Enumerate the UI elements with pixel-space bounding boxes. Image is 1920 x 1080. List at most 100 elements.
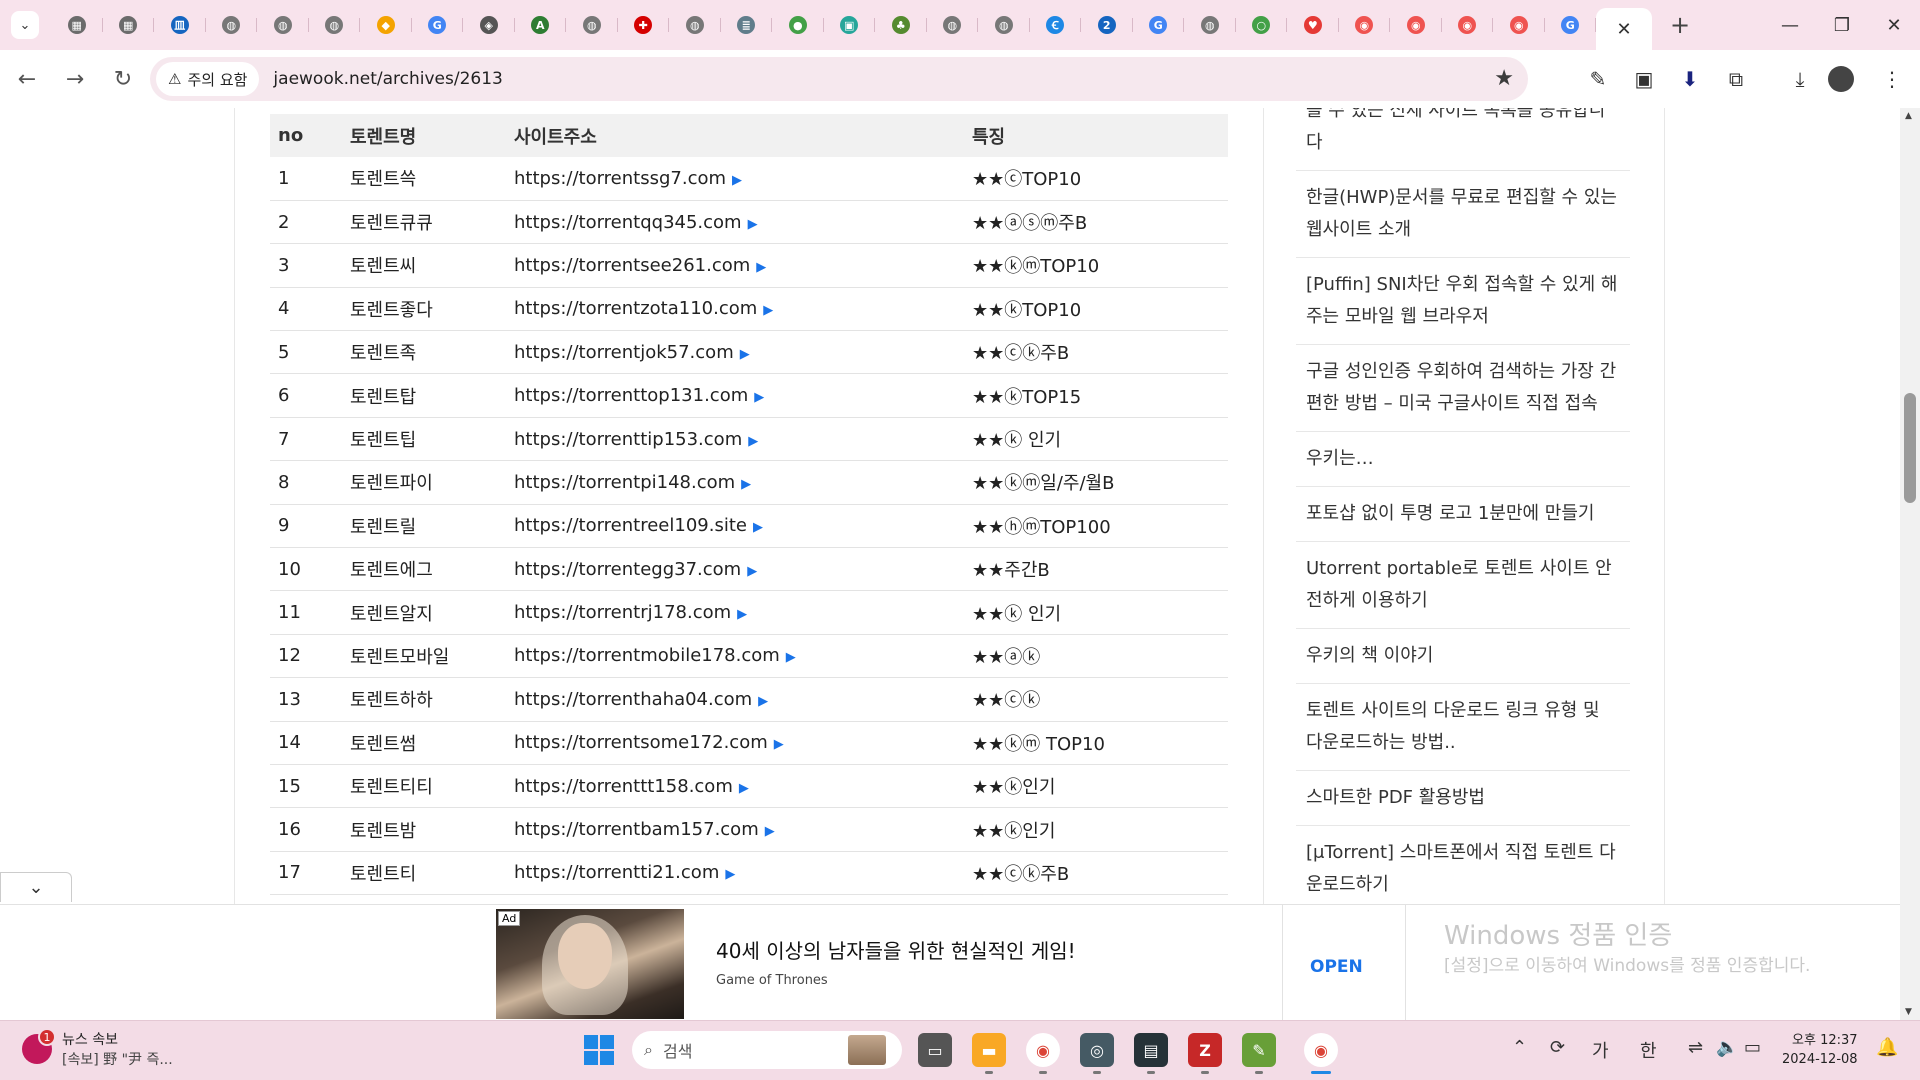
tab-18[interactable]: ◍ xyxy=(978,7,1030,43)
sidebar-post-link[interactable]: 포토샵 없이 투명 로고 1분만에 만들기 xyxy=(1296,487,1630,542)
tab-6[interactable]: ◆ xyxy=(360,7,412,43)
row-site-url-cell[interactable]: https://torrentsome172.com ▶ xyxy=(514,721,972,765)
reload-button[interactable]: ↻ xyxy=(102,58,144,100)
play-triangle-icon[interactable]: ▶ xyxy=(754,390,764,405)
tab-14[interactable]: ● xyxy=(772,7,824,43)
row-site-url-cell[interactable]: https://torrentjok57.com ▶ xyxy=(514,330,972,375)
system-clock[interactable]: 오후 12:37 2024-12-08 xyxy=(1782,1031,1858,1069)
play-triangle-icon[interactable]: ▶ xyxy=(786,650,796,665)
back-button[interactable]: ← xyxy=(6,58,48,100)
row-site-url[interactable]: https://torrentsee261.com xyxy=(514,255,750,276)
ad-image[interactable]: Ad xyxy=(496,909,684,1019)
volume-icon[interactable]: 🔈 xyxy=(1716,1037,1738,1058)
address-bar[interactable]: ⚠ 주의 요함 jaewook.net/archives/2613 ★ xyxy=(150,57,1528,101)
row-site-url-cell[interactable]: https://torrentegg37.com ▶ xyxy=(514,547,972,592)
tab-5[interactable]: ◍ xyxy=(309,7,361,43)
row-site-url-cell[interactable]: https://torrenttip153.com ▶ xyxy=(514,417,972,462)
restore-button[interactable]: ❐ xyxy=(1816,0,1868,50)
tab-7[interactable]: G xyxy=(412,7,464,43)
forward-button[interactable]: → xyxy=(54,58,96,100)
tray-overflow-icon[interactable]: ⌃ xyxy=(1512,1037,1527,1058)
row-site-url-cell[interactable]: https://torrenthaha04.com ▶ xyxy=(514,677,972,722)
terminal-app-icon[interactable]: ▤ xyxy=(1134,1033,1168,1074)
row-site-url-cell[interactable]: https://torrenttt158.com ▶ xyxy=(514,764,972,809)
play-triangle-icon[interactable]: ▶ xyxy=(748,434,758,449)
sidebar-post-link[interactable]: Utorrent portable로 토렌트 사이트 안전하게 이용하기 xyxy=(1296,542,1630,629)
row-site-url[interactable]: https://torrentbam157.com xyxy=(514,819,759,840)
tab-17[interactable]: ◍ xyxy=(927,7,979,43)
row-site-url[interactable]: https://torrentpi148.com xyxy=(514,472,735,493)
start-button[interactable] xyxy=(584,1035,614,1065)
utility-app-icon[interactable]: ◎ xyxy=(1080,1033,1114,1074)
scroll-up-icon[interactable]: ▲ xyxy=(1905,111,1912,121)
task-view-icon[interactable]: ▭ xyxy=(918,1033,952,1067)
row-site-url[interactable]: https://torrenttip153.com xyxy=(514,429,742,450)
row-site-url-cell[interactable]: https://torrenttop131.com ▶ xyxy=(514,373,972,418)
row-site-url-cell[interactable]: https://torrentzota110.com ▶ xyxy=(514,287,972,332)
tab-26[interactable]: ◉ xyxy=(1390,7,1442,43)
scroll-down-icon[interactable]: ▼ xyxy=(1905,1007,1912,1017)
tab-22[interactable]: ◍ xyxy=(1184,7,1236,43)
tab-active[interactable]: ✕ xyxy=(1596,8,1652,50)
tab-1[interactable]: ▦ xyxy=(103,7,155,43)
tab-search-button[interactable]: ⌄ xyxy=(11,11,39,39)
security-warning-chip[interactable]: ⚠ 주의 요함 xyxy=(156,62,260,96)
row-site-url[interactable]: https://torrenttop131.com xyxy=(514,385,748,406)
chrome-active-icon[interactable]: ◉ xyxy=(1304,1033,1338,1074)
tab-11[interactable]: ✚ xyxy=(618,7,670,43)
url-text[interactable]: jaewook.net/archives/2613 xyxy=(273,69,502,89)
play-triangle-icon[interactable]: ▶ xyxy=(758,694,768,709)
close-icon[interactable]: ✕ xyxy=(1616,19,1631,40)
row-site-url[interactable]: https://torrentssg7.com xyxy=(514,168,726,189)
profile-avatar[interactable] xyxy=(1828,66,1854,92)
play-triangle-icon[interactable]: ▶ xyxy=(774,737,784,752)
row-site-url[interactable]: https://torrentsome172.com xyxy=(514,732,768,753)
row-site-url[interactable]: https://torrenthaha04.com xyxy=(514,689,752,710)
row-site-url[interactable]: https://torrentjok57.com xyxy=(514,342,734,363)
ad-banner[interactable]: Ad 40세 이상의 남자들을 위한 현실적인 게임! Game of Thro… xyxy=(0,904,1900,1020)
filezilla-icon[interactable]: Z xyxy=(1188,1033,1222,1074)
row-site-url[interactable]: https://torrentti21.com xyxy=(514,862,719,883)
extensions-puzzle-icon[interactable]: ⧉ xyxy=(1718,61,1754,97)
tab-8[interactable]: ◈ xyxy=(463,7,515,43)
play-triangle-icon[interactable]: ▶ xyxy=(737,607,747,622)
tab-20[interactable]: 2 xyxy=(1081,7,1133,43)
sidebar-post-link[interactable]: 스마트한 PDF 활용방법 xyxy=(1296,771,1630,826)
sidebar-post-link[interactable]: 볼 수 있는 신세 사이트 목록을 공유합니다 xyxy=(1296,108,1630,171)
tab-19[interactable]: Ꞓ xyxy=(1030,7,1082,43)
play-triangle-icon[interactable]: ▶ xyxy=(740,347,750,362)
row-site-url-cell[interactable]: https://torrentrj178.com ▶ xyxy=(514,590,972,635)
tab-15[interactable]: ▣ xyxy=(824,7,876,43)
play-triangle-icon[interactable]: ▶ xyxy=(763,303,773,318)
tab-13[interactable]: ≣ xyxy=(721,7,773,43)
tab-21[interactable]: G xyxy=(1133,7,1185,43)
taskbar-search[interactable]: ⌕ 검색 xyxy=(632,1031,902,1069)
download-icon[interactable]: ⤓ xyxy=(1782,61,1818,97)
battery-icon[interactable]: ▭ xyxy=(1744,1037,1761,1058)
play-triangle-icon[interactable]: ▶ xyxy=(732,173,742,188)
play-triangle-icon[interactable]: ▶ xyxy=(747,564,757,579)
downloader-extension-icon[interactable]: ⬇ xyxy=(1672,61,1708,97)
file-explorer-icon[interactable]: ▬ xyxy=(972,1033,1006,1074)
pencil-extension-icon[interactable]: ✎ xyxy=(1580,61,1616,97)
ime-mode-a[interactable]: 가 xyxy=(1592,1037,1609,1063)
sync-icon[interactable]: ⟳ xyxy=(1550,1037,1565,1058)
tab-16[interactable]: ♣ xyxy=(875,7,927,43)
row-site-url-cell[interactable]: https://torrentti21.com ▶ xyxy=(514,851,972,896)
play-triangle-icon[interactable]: ▶ xyxy=(725,867,735,882)
row-site-url[interactable]: https://torrentreel109.site xyxy=(514,515,747,536)
row-site-url-cell[interactable]: https://torrentsee261.com ▶ xyxy=(514,243,972,288)
network-icon[interactable]: ⇌ xyxy=(1688,1037,1703,1058)
row-site-url-cell[interactable]: https://torrentssg7.com ▶ xyxy=(514,157,972,201)
row-site-url[interactable]: https://torrentrj178.com xyxy=(514,602,731,623)
play-triangle-icon[interactable]: ▶ xyxy=(741,477,751,492)
sidebar-post-link[interactable]: [Puffin] SNI차단 우회 접속할 수 있게 해주는 모바일 웹 브라우… xyxy=(1296,258,1630,345)
scrollbar-thumb[interactable] xyxy=(1904,393,1916,503)
tab-2[interactable]: 皿 xyxy=(154,7,206,43)
new-tab-button[interactable]: + xyxy=(1670,11,1690,39)
play-triangle-icon[interactable]: ▶ xyxy=(765,824,775,839)
news-widget[interactable]: 1 뉴스 속보 [속보] 野 "尹 즉... xyxy=(22,1028,173,1069)
row-site-url-cell[interactable]: https://torrentmobile178.com ▶ xyxy=(514,634,972,679)
ad-open-button[interactable]: OPEN xyxy=(1310,957,1363,977)
tab-27[interactable]: ◉ xyxy=(1442,7,1494,43)
